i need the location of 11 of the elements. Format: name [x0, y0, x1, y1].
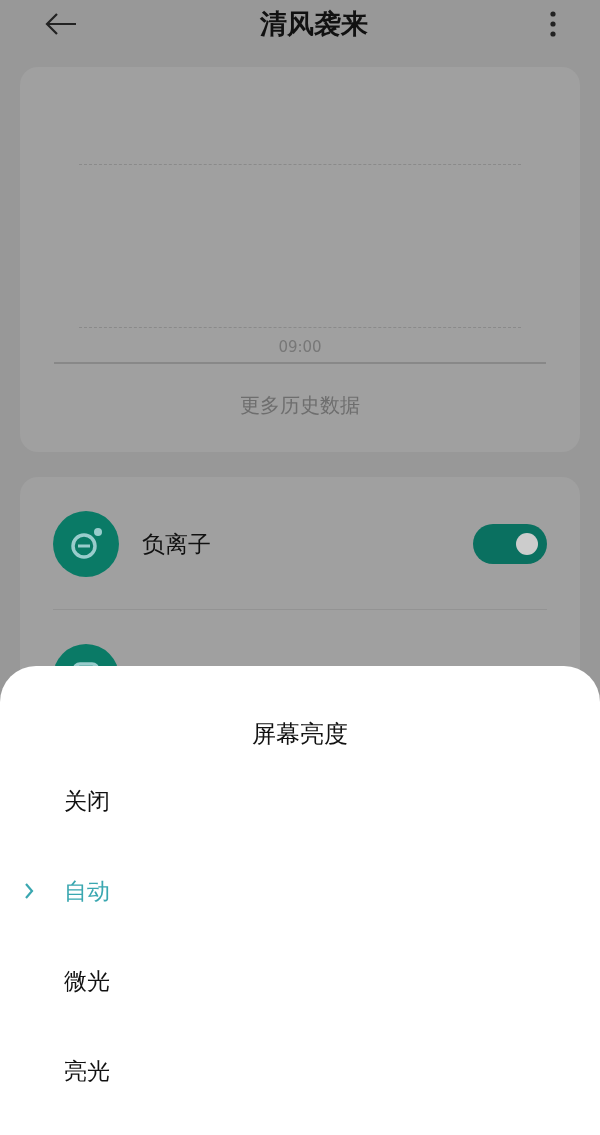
- back-icon[interactable]: [44, 12, 78, 36]
- brightness-option[interactable]: 关闭: [64, 756, 110, 846]
- brightness-option[interactable]: 微光: [64, 936, 110, 1026]
- toggle-switch[interactable]: [473, 524, 547, 564]
- sheet-title: 屏幕亮度: [252, 719, 348, 750]
- brightness-option[interactable]: 亮光: [64, 1026, 110, 1116]
- page-title: 清风袭来: [260, 7, 368, 41]
- more-icon[interactable]: [550, 11, 556, 37]
- chevron-icon: [24, 882, 34, 900]
- ion-icon: [53, 511, 119, 577]
- setting-label: 负离子: [142, 529, 212, 559]
